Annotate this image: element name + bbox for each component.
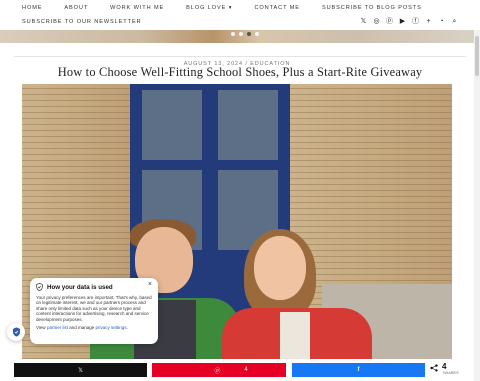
view-text: View [36, 325, 46, 331]
scrollbar-thumb[interactable] [475, 36, 479, 76]
share-total-label: SHARES [443, 371, 459, 375]
consent-links: View partner list and manage privacy set… [36, 325, 128, 331]
share-icon [430, 364, 438, 372]
scrollbar[interactable] [474, 30, 480, 381]
search-icon[interactable]: ⌕ [451, 17, 458, 26]
youtube-icon[interactable]: ▶ [399, 17, 406, 26]
girl-shirt [280, 312, 310, 359]
menu-item-home[interactable]: HOME [22, 5, 42, 11]
girl-face [254, 236, 306, 300]
pinterest-icon[interactable]: ⓟ [386, 17, 393, 26]
consent-text: Your privacy preferences are important. … [36, 295, 152, 322]
menu-item-work-with-me[interactable]: WORK WITH ME [110, 5, 164, 11]
social-icons: 𝕏 ◎ ⓟ ▶ ⓕ + ◔ ⌕ [360, 17, 458, 26]
pinterest-icon: ⓟ [214, 368, 221, 375]
menu-item-subscribe-newsletter[interactable]: SUBSCRIBE TO OUR NEWSLETTER [22, 19, 142, 25]
slider-dot[interactable] [255, 32, 259, 36]
slider-dots [231, 32, 259, 36]
menu-item-about[interactable]: ABOUT [64, 5, 88, 11]
consent-title: How your data is used [47, 283, 113, 291]
close-icon[interactable]: × [148, 281, 152, 288]
menu-item-contact-me[interactable]: CONTACT ME [254, 5, 299, 11]
share-pinterest-button[interactable]: ⓟ 4 [152, 363, 286, 377]
share-facebook-button[interactable]: f [292, 363, 425, 377]
menu-item-blog-love[interactable]: BLOG LOVE ▾ [186, 5, 232, 11]
shield-icon [12, 327, 20, 337]
share-total: 4 SHARES [430, 362, 459, 375]
slider-dot[interactable] [231, 32, 235, 36]
door-pane [218, 90, 278, 160]
rss-icon[interactable]: ◔ [438, 17, 445, 26]
main-menu: HOME ABOUT WORK WITH ME BLOG LOVE ▾ CONT… [22, 5, 444, 11]
partner-list-link[interactable]: partner list [47, 325, 68, 330]
bloglovin-icon[interactable]: + [425, 17, 432, 26]
facebook-icon[interactable]: ⓕ [412, 17, 419, 26]
facebook-icon: f [357, 367, 360, 373]
privacy-consent-popup: How your data is used × Your privacy pre… [30, 278, 158, 344]
slider-dot-active[interactable] [247, 32, 251, 36]
door-pane [142, 90, 202, 160]
secondary-menu: SUBSCRIBE TO OUR NEWSLETTER [22, 19, 164, 25]
privacy-settings-link[interactable]: privacy settings [96, 325, 127, 330]
shield-icon [36, 283, 43, 291]
x-icon: 𝕏 [78, 367, 83, 374]
privacy-settings-button[interactable] [7, 323, 25, 341]
post-title: How to Choose Well-Fitting School Shoes,… [57, 65, 423, 79]
instagram-icon[interactable]: ◎ [373, 17, 380, 26]
menu-item-subscribe-blog-posts[interactable]: SUBSCRIBE TO BLOG POSTS [322, 5, 422, 11]
x-icon[interactable]: 𝕏 [360, 17, 367, 26]
pinterest-share-count: 4 [244, 367, 248, 373]
consent-header: How your data is used [36, 283, 152, 291]
top-navigation: HOME ABOUT WORK WITH ME BLOG LOVE ▾ CONT… [0, 0, 480, 30]
share-total-count: 4 [442, 362, 447, 371]
and-manage-text: and manage [69, 325, 95, 331]
share-x-button[interactable]: 𝕏 [14, 363, 147, 377]
slider-dot[interactable] [239, 32, 243, 36]
